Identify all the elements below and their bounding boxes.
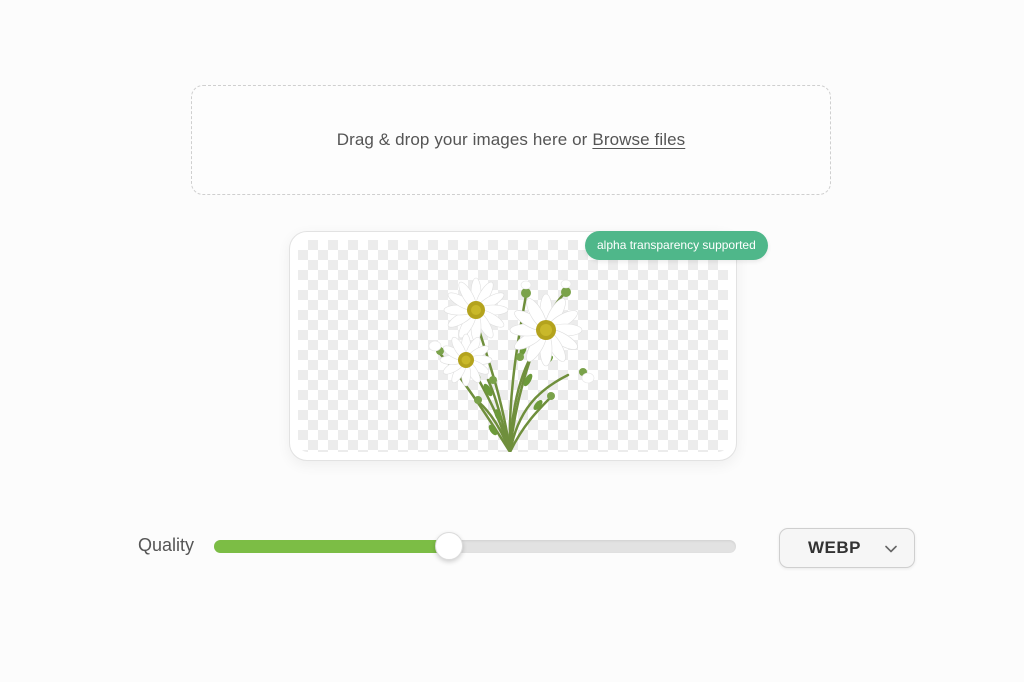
dropzone-prompt-text: Drag & drop your images here or [336, 130, 588, 149]
quality-slider[interactable] [214, 532, 736, 560]
transparency-checkerboard [298, 240, 728, 452]
chevron-down-icon [885, 545, 897, 553]
browse-files-link[interactable]: Browse files [592, 130, 685, 149]
dropzone-prompt: Drag & drop your images here or Browse fi… [337, 130, 686, 150]
file-dropzone[interactable]: Drag & drop your images here or Browse fi… [191, 85, 831, 195]
quality-slider-thumb[interactable] [434, 532, 463, 560]
format-select[interactable]: WEBP [779, 528, 915, 568]
daisy-bouquet-image [428, 277, 595, 452]
alpha-transparency-badge: alpha transparency supported [585, 231, 768, 260]
quality-label: Quality [138, 535, 195, 555]
format-selected-value: WEBP [808, 538, 861, 557]
converter-page: Drag & drop your images here or Browse fi… [0, 0, 1024, 682]
image-preview-card [289, 231, 737, 461]
quality-slider-fill [214, 540, 449, 553]
